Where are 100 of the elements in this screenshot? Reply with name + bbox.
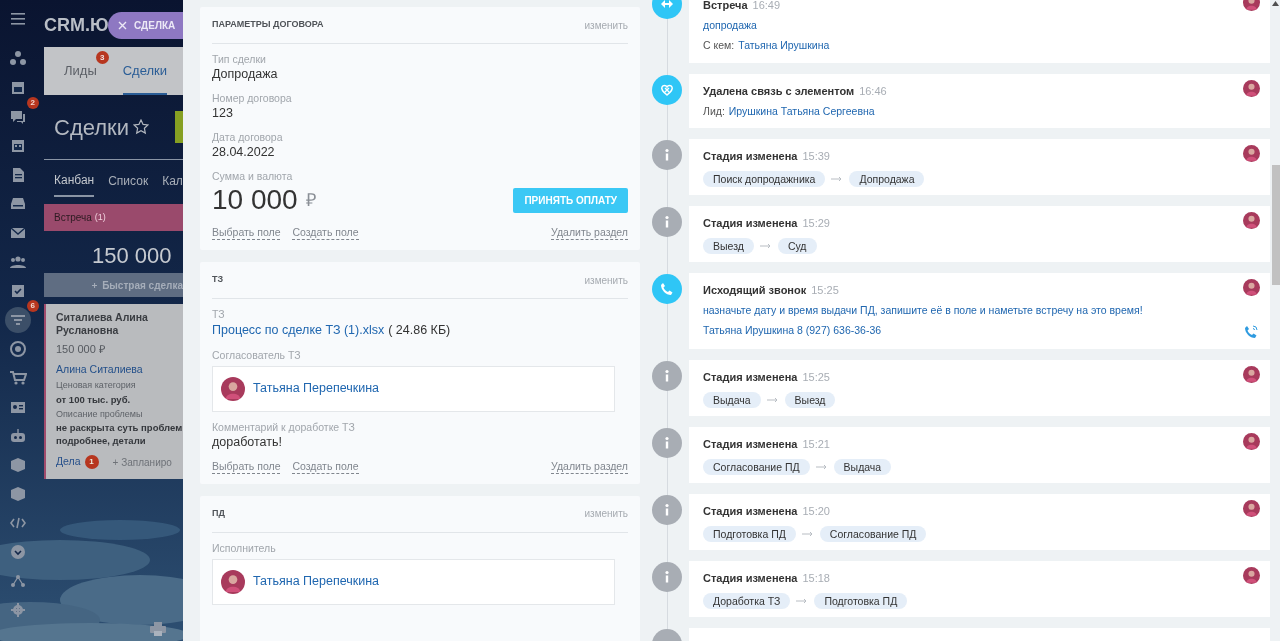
box-icon[interactable] (9, 485, 27, 503)
people-icon[interactable] (9, 253, 27, 271)
avatar (1243, 366, 1260, 383)
cart-icon[interactable] (9, 369, 27, 387)
with-label: С кем: (703, 39, 735, 51)
chat-icon[interactable] (9, 108, 27, 126)
stage-tag: Подготовка ПД (703, 526, 796, 542)
stage-tag: Выезд (784, 392, 836, 408)
close-icon[interactable] (118, 21, 127, 30)
slider-tab-label: СДЕЛКА (134, 19, 176, 33)
box-icon[interactable] (9, 456, 27, 474)
user-link[interactable]: Татьяна Перепечкина (253, 379, 380, 399)
scrollbar-thumb[interactable] (1272, 165, 1280, 285)
plan-link[interactable]: + Запланиро (112, 454, 172, 470)
task-icon[interactable] (9, 282, 27, 300)
sitemap-icon[interactable] (9, 572, 27, 590)
contact-link[interactable]: Татьяна Ирушкина (738, 39, 830, 51)
event-title: Удалена связь с элементом (703, 85, 855, 97)
nav-tab[interactable]: Сделки (122, 47, 168, 95)
event-title: Стадия изменена (703, 438, 798, 450)
edit-link[interactable]: изменить (584, 17, 628, 33)
menu-icon[interactable] (9, 10, 27, 28)
view-tab[interactable]: Список (108, 166, 149, 196)
contact-link[interactable]: Алина Ситалиева (56, 361, 183, 378)
print-icon[interactable] (150, 622, 166, 636)
arrow-icon (766, 397, 779, 403)
section-title: ПАРАМЕТРЫ ДОГОВОРА (212, 18, 324, 32)
event-time: 15:25 (802, 371, 830, 383)
field-label: Ценовая категория (56, 379, 137, 393)
field-label: Комментарий к доработке ТЗ (212, 420, 356, 434)
field-label: ТЗ (212, 308, 226, 321)
section-title: ПД (212, 507, 225, 520)
deal-card[interactable]: Ситалиева Алина Руслановна 150 000 ₽ Алина Ситалиева Ценовая категория от 100 тыс. руб. Описание проблемы не раскрыта суть проблем подробнее, детали Дела 1 + Запланиро (44, 304, 183, 479)
scroll-up-icon[interactable] (1272, 1, 1279, 6)
info-icon (652, 495, 682, 525)
stage-tag: Поиск допродажника (703, 171, 826, 187)
view-tab[interactable]: Канбан (54, 165, 95, 197)
unlink-icon (652, 75, 682, 105)
info-icon (652, 140, 682, 170)
contact-link[interactable]: Татьяна Ирушкина 8 (927) 636-36-36 (703, 324, 882, 336)
select-field-link[interactable]: Выбрать поле (212, 226, 281, 240)
event-title: Стадия изменена (703, 371, 798, 383)
section-title: ТЗ (212, 273, 224, 287)
stage-tag: Согласование ПД (703, 459, 810, 475)
event-time: 15:20 (802, 505, 830, 517)
event-time: 15:39 (802, 150, 830, 162)
phone-icon[interactable] (1244, 325, 1258, 339)
delete-section-link[interactable]: Удалить раздел (551, 226, 628, 240)
avatar (1243, 80, 1260, 97)
avatar (1243, 433, 1260, 450)
target-icon[interactable] (9, 340, 27, 358)
calendar-icon[interactable] (9, 137, 27, 155)
star-icon[interactable] (133, 119, 149, 135)
event-time: 15:29 (802, 217, 830, 229)
field-label: Номер договора (212, 92, 293, 105)
window-icon[interactable] (9, 79, 27, 97)
avatar (221, 569, 245, 594)
create-field-link[interactable]: Создать поле (292, 226, 359, 240)
select-field-link[interactable]: Выбрать поле (212, 459, 281, 474)
file-size: ( 24.86 КБ) (388, 322, 451, 339)
call-comment: назначьте дату и время выдачи ПД, запишите её в поле и наметьте встречу на это время! (703, 303, 1144, 317)
column-total: 150 000 (91, 242, 173, 270)
edit-link[interactable]: изменить (584, 272, 628, 288)
meeting-subject-link[interactable]: допродажа (703, 19, 757, 31)
slider-tab[interactable]: СДЕЛКА (108, 12, 183, 39)
create-field-link[interactable]: Создать поле (292, 459, 359, 474)
nav-tab[interactable]: Лиды (64, 47, 97, 95)
settings-icon[interactable] (9, 601, 27, 619)
field-value: доработать! (212, 433, 283, 451)
field-label: Тип сделки (212, 53, 267, 66)
lead-label: Лид: (703, 105, 725, 117)
nodes-icon[interactable] (9, 50, 27, 68)
field-label: Согласователь ТЗ (212, 348, 302, 362)
event-time: 15:18 (802, 572, 830, 584)
arrow-icon (796, 598, 809, 604)
activities-link[interactable]: Дела (56, 454, 81, 470)
event-title: Стадия изменена (703, 505, 798, 517)
lead-link[interactable]: Ирушкина Татьяна Сергеевна (728, 105, 875, 117)
page-title: Сделки (54, 113, 129, 142)
chevron-down-icon[interactable] (9, 543, 27, 561)
avatar (1243, 567, 1260, 584)
robot-icon[interactable] (9, 427, 27, 445)
view-tab[interactable]: Кал (162, 166, 183, 196)
stage-tag: Допродажа (849, 171, 925, 187)
stage-tag: Доработка ТЗ (703, 593, 791, 609)
event-time: 15:21 (802, 438, 830, 450)
info-icon (652, 207, 682, 237)
delete-section-link[interactable]: Удалить раздел (551, 459, 628, 474)
user-link[interactable]: Татьяна Перепечкина (253, 572, 380, 592)
arrow-icon (759, 243, 772, 249)
field-value: 28.04.2022 (212, 144, 276, 161)
stage-tag: Суд (777, 238, 817, 254)
logo[interactable]: CRM.Ю (44, 15, 109, 35)
deal-title: Ситалиева Алина Руслановна (56, 311, 149, 337)
edit-link[interactable]: изменить (584, 506, 628, 522)
avatar (1243, 500, 1260, 517)
quick-add-button[interactable]: Быстрая сделка (44, 273, 183, 297)
file-link[interactable]: Процесс по сделке ТЗ (1).xlsx (212, 321, 385, 340)
event-title: Исходящий звонок (703, 284, 807, 296)
plus-icon (92, 280, 98, 290)
